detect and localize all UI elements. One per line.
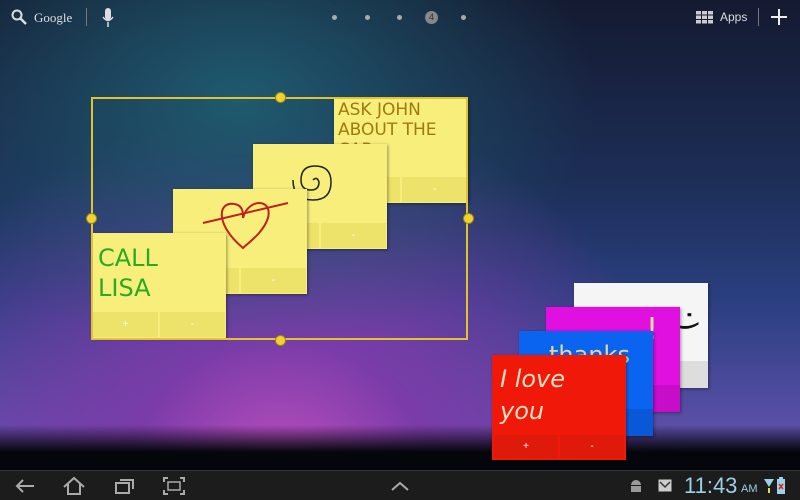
android-debug-icon bbox=[631, 480, 641, 492]
system-navigation-bar: 11:43 AM bbox=[0, 470, 800, 500]
microphone-icon[interactable] bbox=[102, 8, 114, 28]
gmail-icon bbox=[658, 479, 672, 492]
search-icon[interactable] bbox=[11, 9, 27, 25]
add-plus-icon[interactable] bbox=[771, 9, 787, 25]
battery-icon bbox=[777, 477, 785, 494]
page-indicator-current[interactable]: 4 bbox=[425, 11, 438, 24]
clock-time[interactable]: 11:43 bbox=[684, 473, 737, 499]
clock-ampm: AM bbox=[741, 483, 758, 495]
divider bbox=[86, 8, 87, 26]
page-dot-5[interactable] bbox=[461, 15, 466, 20]
sticky-note-red[interactable]: I love you + - bbox=[492, 355, 626, 460]
page-dot-1[interactable] bbox=[332, 15, 337, 20]
home-icon[interactable] bbox=[62, 476, 86, 496]
recent-apps-icon[interactable] bbox=[115, 477, 135, 495]
resize-handle-left[interactable] bbox=[86, 213, 97, 224]
back-icon[interactable] bbox=[14, 478, 36, 494]
apps-button[interactable]: Apps bbox=[720, 10, 747, 24]
screenshot-icon[interactable] bbox=[163, 477, 185, 495]
divider bbox=[758, 8, 759, 26]
wallpaper-treeline bbox=[0, 425, 800, 470]
resize-handle-top[interactable] bbox=[275, 92, 286, 103]
wifi-icon bbox=[764, 479, 774, 493]
resize-handle-bottom[interactable] bbox=[275, 335, 286, 346]
add-button[interactable]: + bbox=[494, 435, 558, 458]
resize-handle-right[interactable] bbox=[463, 213, 474, 224]
remove-button[interactable]: - bbox=[560, 435, 624, 458]
widget-resize-frame bbox=[91, 97, 468, 340]
note-text: I love you bbox=[500, 365, 566, 425]
google-search-label[interactable]: Google bbox=[34, 10, 72, 26]
apps-grid-icon[interactable] bbox=[696, 11, 713, 24]
top-bar: Google 4 Apps bbox=[0, 0, 800, 35]
page-dot-2[interactable] bbox=[365, 15, 370, 20]
page-dot-3[interactable] bbox=[397, 15, 402, 20]
chevron-up-icon[interactable] bbox=[390, 480, 410, 492]
